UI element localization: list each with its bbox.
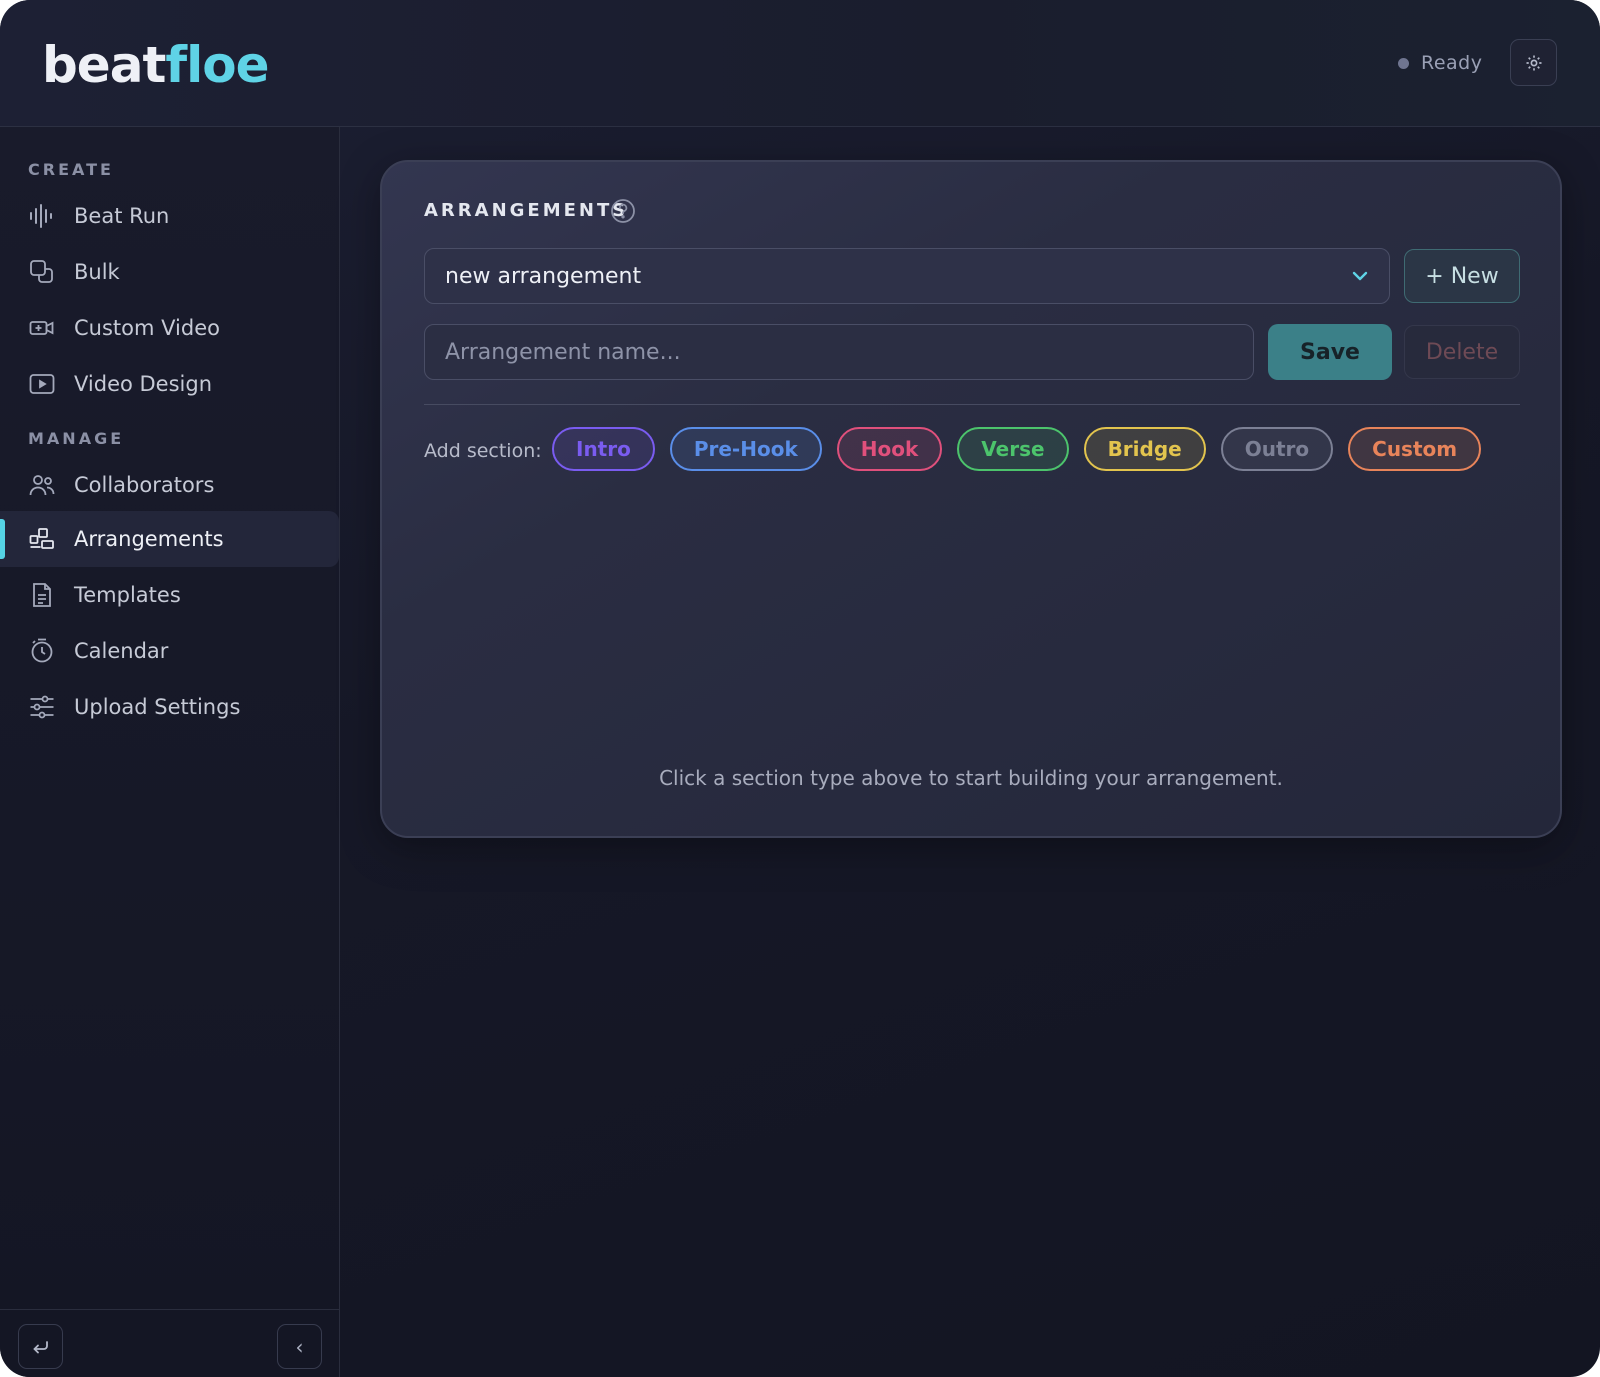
chevron-down-icon bbox=[1352, 271, 1368, 281]
sidebar-item-label: Collaborators bbox=[74, 473, 215, 497]
arrangements-panel: ARRANGEMENTS new arrangement + New Save … bbox=[380, 160, 1562, 838]
chip-pre-hook[interactable]: Pre-Hook bbox=[669, 427, 822, 471]
sidebar-group-create: CREATE bbox=[28, 160, 114, 179]
sidebar-footer: ‹ bbox=[0, 1309, 339, 1377]
copy-icon bbox=[28, 258, 56, 286]
empty-state-message: Click a section type above to start buil… bbox=[659, 766, 1283, 790]
sidebar-item-label: Upload Settings bbox=[74, 695, 241, 719]
sidebar-item-label: Templates bbox=[74, 583, 181, 607]
document-icon bbox=[28, 581, 56, 609]
settings-button[interactable] bbox=[1510, 39, 1557, 86]
sidebar-item-video-design[interactable]: Video Design bbox=[0, 356, 339, 412]
sidebar-item-arrangements[interactable]: Arrangements bbox=[0, 511, 339, 567]
status-text: Ready bbox=[1421, 52, 1483, 74]
gear-icon bbox=[1526, 55, 1541, 70]
top-header: beatfloe Ready bbox=[0, 0, 1600, 127]
add-section-label: Add section: bbox=[424, 440, 542, 462]
save-button[interactable]: Save bbox=[1268, 324, 1392, 380]
sidebar-item-label: Beat Run bbox=[74, 204, 170, 228]
chip-verse[interactable]: Verse bbox=[957, 427, 1069, 471]
status-indicator: Ready bbox=[1398, 48, 1483, 78]
return-icon bbox=[32, 1340, 48, 1353]
sidebar-item-label: Arrangements bbox=[74, 527, 224, 551]
video-camera-icon bbox=[28, 314, 56, 342]
chip-bridge[interactable]: Bridge bbox=[1083, 427, 1206, 471]
app-window: beatfloe Ready CREATE Beat Run Bulk Cust… bbox=[0, 0, 1600, 1377]
panel-title: ARRANGEMENTS bbox=[424, 200, 629, 221]
users-icon bbox=[28, 471, 56, 499]
help-icon[interactable] bbox=[610, 198, 636, 224]
sliders-icon bbox=[28, 693, 56, 721]
sidebar-item-templates[interactable]: Templates bbox=[0, 567, 339, 623]
back-button[interactable] bbox=[18, 1324, 63, 1369]
play-icon bbox=[28, 370, 56, 398]
logo-text-floe: floe bbox=[165, 36, 269, 94]
arrangement-select-value: new arrangement bbox=[445, 263, 642, 289]
chip-outro[interactable]: Outro bbox=[1220, 427, 1334, 471]
new-arrangement-button[interactable]: + New bbox=[1404, 249, 1520, 303]
status-dot-icon bbox=[1398, 57, 1409, 69]
section-chips: Intro Pre-Hook Hook Verse Bridge Outro C… bbox=[552, 427, 1482, 471]
sidebar-item-label: Bulk bbox=[74, 260, 120, 284]
sidebar-group-manage: MANAGE bbox=[28, 429, 125, 448]
app-logo: beatfloe bbox=[42, 30, 270, 100]
sidebar-item-upload-settings[interactable]: Upload Settings bbox=[0, 679, 339, 735]
chip-intro[interactable]: Intro bbox=[552, 427, 655, 471]
sidebar-item-custom-video[interactable]: Custom Video bbox=[0, 300, 339, 356]
sidebar-item-collaborators[interactable]: Collaborators bbox=[0, 457, 339, 513]
sidebar: CREATE Beat Run Bulk Custom Video Video … bbox=[0, 127, 340, 1377]
waveform-icon bbox=[28, 202, 56, 230]
timer-icon bbox=[28, 637, 56, 665]
sidebar-item-beat-run[interactable]: Beat Run bbox=[0, 188, 339, 244]
arrangement-name-input[interactable] bbox=[424, 324, 1254, 380]
chip-hook[interactable]: Hook bbox=[836, 427, 943, 471]
sidebar-item-label: Custom Video bbox=[74, 316, 220, 340]
blocks-icon bbox=[28, 525, 56, 553]
divider bbox=[424, 404, 1520, 405]
sidebar-item-label: Video Design bbox=[74, 372, 213, 396]
logo-text-beat: beat bbox=[42, 36, 166, 94]
sidebar-item-calendar[interactable]: Calendar bbox=[0, 623, 339, 679]
chevron-left-icon: ‹ bbox=[295, 1334, 304, 1359]
arrangement-select[interactable]: new arrangement bbox=[424, 248, 1390, 304]
sidebar-item-bulk[interactable]: Bulk bbox=[0, 244, 339, 300]
chip-custom[interactable]: Custom bbox=[1348, 427, 1482, 471]
sidebar-item-label: Calendar bbox=[74, 639, 169, 663]
delete-button[interactable]: Delete bbox=[1404, 325, 1520, 379]
collapse-sidebar-button[interactable]: ‹ bbox=[277, 1324, 322, 1369]
